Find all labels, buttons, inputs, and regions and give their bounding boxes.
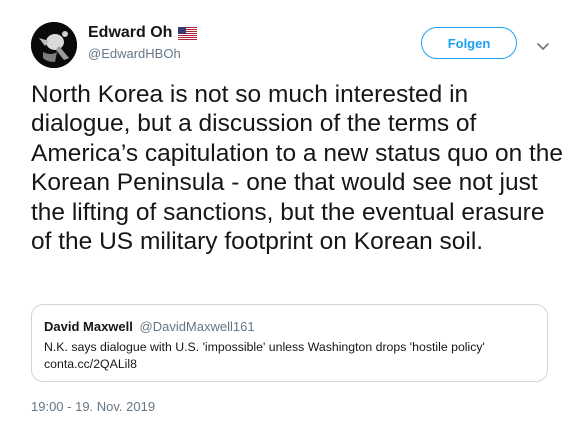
quoted-tweet-link[interactable]: conta.cc/2QALil8: [44, 356, 137, 373]
quoted-author-name: David Maxwell: [44, 319, 133, 334]
author-name-row: Edward Oh: [88, 24, 198, 42]
quoted-tweet-text: N.K. says dialogue with U.S. 'impossible…: [44, 340, 485, 354]
quoted-tweet[interactable]: David Maxwell @DavidMaxwell161 N.K. says…: [31, 304, 548, 382]
us-flag-icon: [178, 26, 198, 40]
quoted-tweet-header: David Maxwell @DavidMaxwell161: [44, 319, 255, 334]
tweet-text: North Korea is not so much interested in…: [31, 81, 564, 256]
user-avatar-icon[interactable]: [31, 22, 77, 68]
author-handle[interactable]: @EdwardHBOh: [88, 46, 181, 61]
tweet-timestamp[interactable]: 19:00 - 19. Nov. 2019: [31, 399, 155, 414]
tweet-card: Edward Oh @EdwardHBOh Folgen North Korea…: [0, 0, 580, 424]
chevron-down-icon[interactable]: [537, 38, 549, 50]
follow-button[interactable]: Folgen: [421, 27, 517, 59]
author-display-name[interactable]: Edward Oh: [88, 24, 172, 42]
quoted-author-handle: @DavidMaxwell161: [139, 319, 255, 334]
